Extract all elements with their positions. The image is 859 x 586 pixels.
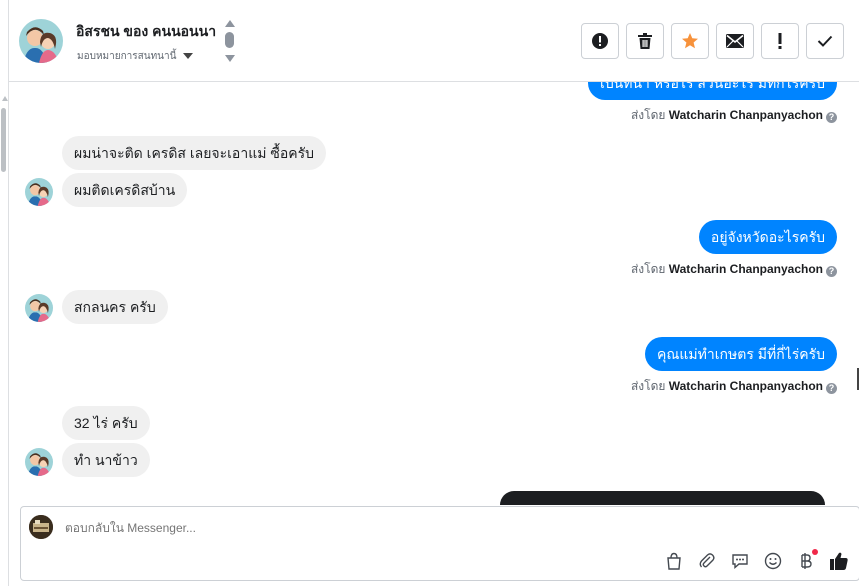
sent-by-prefix: ส่งโดย	[630, 379, 666, 393]
envelope-icon	[726, 34, 744, 48]
like-icon[interactable]	[829, 551, 849, 571]
follow-up-button[interactable]	[761, 23, 799, 59]
scroll-up-icon[interactable]	[2, 96, 8, 101]
contact-avatar-small[interactable]	[25, 448, 53, 476]
contact-avatar-small[interactable]	[25, 294, 53, 322]
contact-name[interactable]: อิสรชน ของ คนนอนนา	[76, 21, 216, 43]
contact-avatar-small[interactable]	[25, 178, 53, 206]
notification-dot	[812, 549, 818, 555]
incoming-message[interactable]: สกลนคร ครับ	[62, 290, 168, 324]
sent-by-label: ส่งโดย Watcharin Chanpanyachon?	[631, 377, 837, 396]
help-icon[interactable]: ?	[826, 112, 837, 123]
alert-circle-icon	[592, 33, 608, 49]
sender-name: Watcharin Chanpanyachon	[668, 379, 823, 393]
reply-composer	[20, 506, 859, 581]
check-icon	[817, 35, 833, 47]
assign-label: มอบหมายการสนทนานี้	[77, 51, 177, 62]
outgoing-message[interactable]: อยู่จังหวัดอะไรครับ	[698, 220, 837, 254]
mark-done-button[interactable]	[806, 23, 844, 59]
reply-input[interactable]	[65, 521, 565, 535]
arrow-up-icon[interactable]	[225, 20, 235, 27]
page-avatar	[29, 515, 53, 539]
exclamation-icon	[778, 33, 782, 49]
mark-spam-button[interactable]	[581, 23, 619, 59]
assign-conversation-dropdown[interactable]: มอบหมายการสนทนานี้	[77, 49, 194, 64]
contact-avatar[interactable]	[19, 19, 63, 63]
delete-button[interactable]	[626, 23, 664, 59]
scroll-handle[interactable]	[225, 32, 234, 48]
trash-icon	[638, 33, 652, 49]
media-message-partial[interactable]	[500, 491, 825, 505]
sender-name: Watcharin Chanpanyachon	[668, 262, 823, 276]
conversation-panel: อิสรชน ของ คนนอนนา มอบหมายการสนทนานี้ เป…	[1, 0, 859, 586]
sent-by-prefix: ส่งโดย	[630, 108, 666, 122]
incoming-message[interactable]: ทำ นาข้าว	[62, 443, 150, 477]
sent-by-label: ส่งโดย Watcharin Chanpanyachon?	[631, 260, 837, 279]
incoming-message[interactable]: ผมติดเครดิสบ้าน	[62, 173, 188, 207]
scrollbar[interactable]	[1, 108, 6, 172]
baht-payment-icon[interactable]	[796, 549, 818, 571]
message-thread[interactable]: เป็นที่นา หรือไร่ สวนอะไร มีที่กี่ไร่ครั…	[9, 82, 859, 505]
saved-replies-icon[interactable]	[730, 551, 750, 571]
outgoing-message[interactable]: เป็นที่นา หรือไร่ สวนอะไร มีที่กี่ไร่ครั…	[587, 82, 837, 100]
incoming-message[interactable]: 32 ไร่ ครับ	[62, 406, 150, 440]
caret-down-icon	[183, 53, 194, 60]
conversation-nav-arrows[interactable]	[224, 20, 236, 64]
star-icon	[682, 33, 698, 49]
sent-by-label: ส่งโดย Watcharin Chanpanyachon?	[631, 106, 837, 125]
sender-name: Watcharin Chanpanyachon	[668, 108, 823, 122]
mark-unread-button[interactable]	[716, 23, 754, 59]
help-icon[interactable]: ?	[826, 266, 837, 277]
sent-by-prefix: ส่งโดย	[630, 262, 666, 276]
incoming-message[interactable]: ผมน่าจะติด เครดิส เลยจะเอาแม่ ซื้อครับ	[62, 136, 327, 170]
help-icon[interactable]: ?	[826, 383, 837, 394]
shopping-bag-icon[interactable]	[664, 551, 684, 571]
composer-toolbar	[664, 549, 849, 571]
header-actions	[581, 23, 844, 59]
outgoing-message[interactable]: คุณแม่ทำเกษตร มีที่กี่ไร่ครับ	[645, 337, 837, 371]
arrow-down-icon[interactable]	[225, 55, 235, 62]
emoji-icon[interactable]	[763, 551, 783, 571]
star-button[interactable]	[671, 23, 709, 59]
conversation-header: อิสรชน ของ คนนอนนา มอบหมายการสนทนานี้	[9, 0, 859, 82]
paperclip-icon[interactable]	[697, 551, 717, 571]
